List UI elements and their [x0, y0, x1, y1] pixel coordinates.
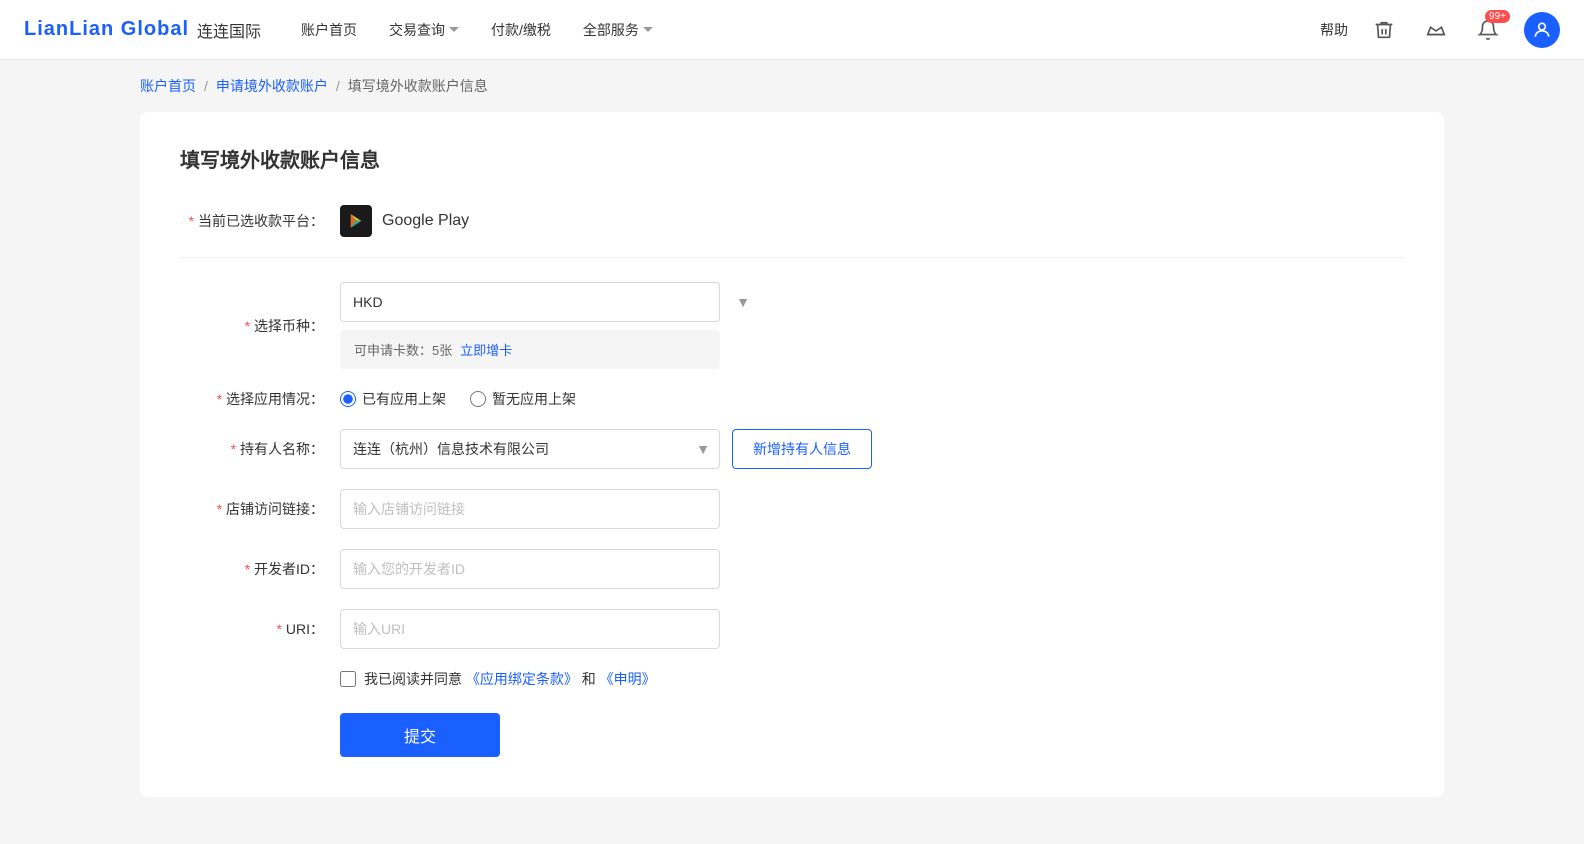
breadcrumb-home[interactable]: 账户首页 [140, 76, 196, 96]
developer-id-input[interactable] [340, 549, 720, 589]
bell-button[interactable]: 99+ [1472, 14, 1504, 46]
breadcrumb: 账户首页 / 申请境外收款账户 / 填写境外收款账户信息 [0, 60, 1584, 112]
developer-id-content [340, 549, 760, 589]
store-url-content [340, 489, 760, 529]
app-radio-group: 已有应用上架 暂无应用上架 [340, 389, 760, 409]
uri-row: * URI： [180, 609, 1404, 649]
uri-label: * URI： [180, 619, 340, 639]
logo-en: LianLian Global [24, 18, 189, 41]
logo[interactable]: LianLian Global 连连国际 [24, 18, 261, 42]
notification-badge: 99+ [1485, 10, 1510, 23]
form-card: 填写境外收款账户信息 * 当前已选收款平台： Go [140, 112, 1444, 797]
required-star: * [189, 213, 194, 229]
submit-button[interactable]: 提交 [340, 713, 500, 757]
holder-input-row: 连连（杭州）信息技术有限公司 ▼ 新增持有人信息 [340, 429, 760, 469]
card-info-box: 可申请卡数：5张 立即增卡 [340, 330, 720, 369]
currency-content: HKD USD EUR GBP JPY ▼ 可申请卡数：5张 立即增卡 [340, 282, 760, 369]
breadcrumb-current: 填写境外收款账户信息 [348, 76, 488, 96]
terms-checkbox[interactable] [340, 671, 356, 687]
currency-label: * 选择币种： [180, 316, 340, 336]
app-status-row: * 选择应用情况： 已有应用上架 暂无应用上架 [180, 389, 1404, 409]
chevron-down-icon-2 [643, 27, 653, 32]
currency-row: * 选择币种： HKD USD EUR GBP JPY ▼ 可申请卡数：5张 [180, 282, 1404, 369]
required-star-url: * [217, 501, 222, 517]
user-icon [1532, 20, 1552, 40]
divider [180, 257, 1404, 258]
currency-select-wrapper: HKD USD EUR GBP JPY ▼ [340, 282, 760, 322]
header-right: 帮助 99+ [1320, 12, 1560, 48]
holder-row: * 持有人名称： 连连（杭州）信息技术有限公司 ▼ 新增持有人信息 [180, 429, 1404, 469]
radio-unlisted[interactable]: 暂无应用上架 [470, 389, 576, 409]
required-star-dev: * [245, 561, 250, 577]
required-star-holder: * [231, 441, 236, 457]
crown-icon [1425, 19, 1447, 41]
platform-name: Google Play [382, 212, 469, 230]
nav-item-transactions[interactable]: 交易查询 [389, 20, 459, 40]
chevron-down-icon [449, 27, 459, 32]
currency-select-arrow: ▼ [736, 294, 750, 310]
nav-item-home[interactable]: 账户首页 [301, 20, 357, 40]
nav-item-payment[interactable]: 付款/缴税 [491, 20, 551, 40]
holder-label: * 持有人名称： [180, 439, 340, 459]
radio-listed[interactable]: 已有应用上架 [340, 389, 446, 409]
google-play-icon [340, 205, 372, 237]
holder-select[interactable]: 连连（杭州）信息技术有限公司 [340, 429, 720, 469]
holder-content: 连连（杭州）信息技术有限公司 ▼ 新增持有人信息 [340, 429, 760, 469]
platform-display: Google Play [340, 205, 760, 237]
breadcrumb-sep-2: / [336, 78, 340, 94]
store-url-row: * 店铺访问链接： [180, 489, 1404, 529]
uri-input[interactable] [340, 609, 720, 649]
main-nav: 账户首页 交易查询 付款/缴税 全部服务 [301, 20, 653, 40]
store-url-label: * 店铺访问链接： [180, 499, 340, 519]
header-left: LianLian Global 连连国际 账户首页 交易查询 付款/缴税 全部服… [24, 18, 653, 42]
radio-unlisted-input[interactable] [470, 391, 486, 407]
terms-text: 我已阅读并同意 《应用绑定条款》 和 《申明》 [364, 669, 656, 689]
crown-button[interactable] [1420, 14, 1452, 46]
trash-icon [1373, 19, 1395, 41]
terms-link-2[interactable]: 《申明》 [600, 671, 656, 687]
user-avatar[interactable] [1524, 12, 1560, 48]
header: LianLian Global 连连国际 账户首页 交易查询 付款/缴税 全部服… [0, 0, 1584, 60]
developer-id-row: * 开发者ID： [180, 549, 1404, 589]
uri-content [340, 609, 760, 649]
trash-button[interactable] [1368, 14, 1400, 46]
currency-select[interactable]: HKD USD EUR GBP JPY [340, 282, 720, 322]
platform-content: Google Play [340, 205, 760, 237]
store-url-input[interactable] [340, 489, 720, 529]
main-content: 填写境外收款账户信息 * 当前已选收款平台： Go [0, 112, 1584, 837]
submit-row: 提交 [180, 713, 1404, 757]
radio-unlisted-label: 暂无应用上架 [492, 389, 576, 409]
holder-select-wrapper: 连连（杭州）信息技术有限公司 ▼ [340, 429, 720, 469]
developer-id-label: * 开发者ID： [180, 559, 340, 579]
terms-link-1[interactable]: 《应用绑定条款》 [466, 671, 578, 687]
add-holder-button[interactable]: 新增持有人信息 [732, 429, 872, 469]
platform-label: * 当前已选收款平台： [180, 211, 340, 231]
help-link[interactable]: 帮助 [1320, 20, 1348, 40]
radio-listed-label: 已有应用上架 [362, 389, 446, 409]
app-status-content: 已有应用上架 暂无应用上架 [340, 389, 760, 409]
logo-cn: 连连国际 [197, 18, 261, 42]
required-star-currency: * [245, 318, 250, 334]
breadcrumb-apply[interactable]: 申请境外收款账户 [216, 76, 328, 96]
required-star-uri: * [277, 621, 282, 637]
page-title: 填写境外收款账户信息 [180, 144, 1404, 173]
platform-row: * 当前已选收款平台： Google Play [180, 205, 1404, 237]
app-status-label: * 选择应用情况： [180, 389, 340, 409]
radio-listed-input[interactable] [340, 391, 356, 407]
breadcrumb-sep-1: / [204, 78, 208, 94]
required-star-app: * [217, 391, 222, 407]
terms-row: 我已阅读并同意 《应用绑定条款》 和 《申明》 [340, 669, 1404, 689]
add-card-link[interactable]: 立即增卡 [460, 340, 512, 359]
nav-item-services[interactable]: 全部服务 [583, 20, 653, 40]
